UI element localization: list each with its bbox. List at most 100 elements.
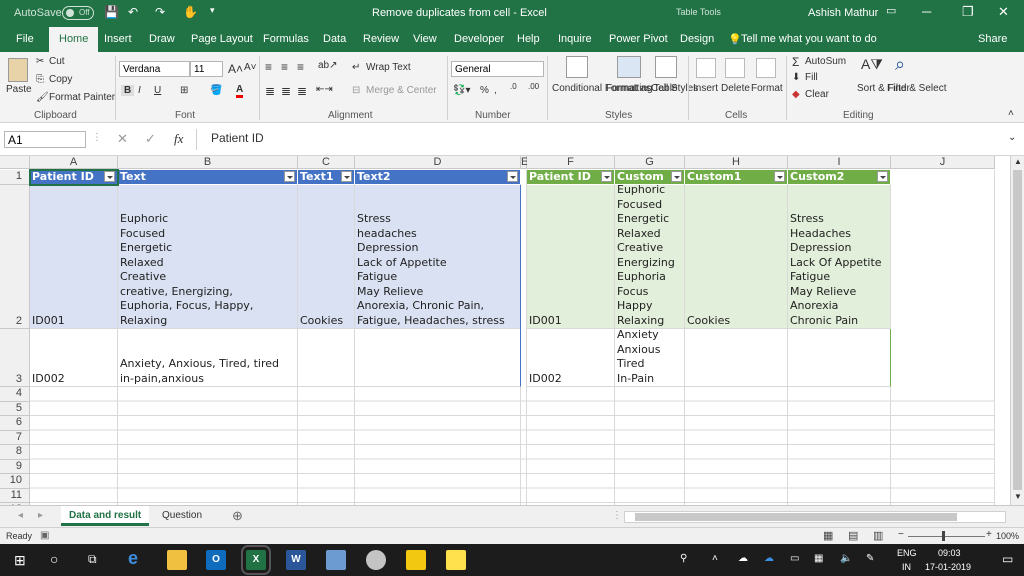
- cell-g3[interactable]: Anxiety Anxious Tired In-Pain: [615, 329, 685, 387]
- scissors-icon[interactable]: ✂: [36, 56, 44, 67]
- row-header[interactable]: 3: [0, 329, 30, 387]
- task-view-icon[interactable]: ⧉: [88, 552, 97, 567]
- worksheet-grid[interactable]: A B C D E F G H I J 1 2 3 4 5 6 7 8 9 10…: [0, 156, 1010, 505]
- italic-icon[interactable]: I: [138, 85, 141, 96]
- row-header[interactable]: 5: [0, 401, 30, 416]
- cut-button[interactable]: Cut: [49, 56, 65, 67]
- filter-dropdown-icon[interactable]: [774, 171, 785, 182]
- comma-icon[interactable]: ,: [494, 85, 497, 96]
- tab-formulas[interactable]: Formulas: [263, 33, 309, 45]
- notepad-icon[interactable]: [326, 550, 346, 570]
- row-header[interactable]: 1: [0, 170, 30, 185]
- conditional-formatting-icon[interactable]: [566, 56, 588, 78]
- fill-button[interactable]: Fill: [805, 72, 818, 83]
- column-header-f[interactable]: F: [527, 156, 615, 169]
- row-header[interactable]: 10: [0, 474, 30, 489]
- table2-header-custom[interactable]: Custom: [615, 170, 685, 184]
- merge-icon[interactable]: ⊟: [352, 85, 360, 96]
- tab-view[interactable]: View: [413, 33, 437, 45]
- ribbon-display-icon[interactable]: ▭: [886, 4, 896, 17]
- insert-function-icon[interactable]: fx: [174, 131, 183, 147]
- tab-page-layout[interactable]: Page Layout: [191, 33, 253, 45]
- scroll-sheets-right-icon[interactable]: ▸: [38, 510, 43, 521]
- sheet-tab-data-and-result[interactable]: Data and result: [61, 506, 150, 526]
- zoom-slider-thumb[interactable]: [942, 531, 945, 541]
- zoom-out-icon[interactable]: −: [898, 529, 904, 540]
- row-header[interactable]: 4: [0, 387, 30, 402]
- orientation-icon[interactable]: ab↗: [318, 60, 338, 71]
- volume-icon[interactable]: 🔈: [840, 553, 852, 564]
- font-size-combo[interactable]: [190, 61, 223, 77]
- name-box[interactable]: [4, 131, 86, 148]
- cell-f2[interactable]: ID001: [527, 185, 615, 329]
- wrap-text-icon[interactable]: ↵: [352, 62, 360, 73]
- format-button[interactable]: Format: [751, 83, 783, 94]
- increase-decimal-icon[interactable]: .0: [510, 82, 517, 91]
- sheet-tab-question[interactable]: Question: [162, 510, 202, 521]
- fill-icon[interactable]: ⬇: [792, 72, 800, 83]
- align-left-icon[interactable]: ≣: [265, 84, 275, 98]
- undo-icon[interactable]: ↶: [128, 5, 138, 19]
- column-header-b[interactable]: B: [118, 156, 298, 169]
- people-icon[interactable]: ⚲: [680, 553, 687, 564]
- font-color-icon[interactable]: A: [236, 84, 244, 98]
- normal-view-icon[interactable]: ▦: [823, 529, 833, 542]
- filter-dropdown-icon[interactable]: [877, 171, 888, 182]
- filter-dropdown-icon[interactable]: [601, 171, 612, 182]
- file-explorer-icon[interactable]: [167, 550, 187, 570]
- indent-icon[interactable]: ⇤⇥: [316, 84, 333, 95]
- vertical-scrollbar[interactable]: ▲ ▼: [1010, 156, 1024, 505]
- select-all-corner[interactable]: [0, 156, 30, 169]
- zoom-slider[interactable]: [908, 536, 985, 537]
- horizontal-scrollbar[interactable]: [624, 511, 1006, 523]
- paste-button[interactable]: Paste: [6, 84, 32, 95]
- column-header-g[interactable]: G: [615, 156, 685, 169]
- cell-styles-icon[interactable]: [655, 56, 677, 78]
- row-header[interactable]: 2: [0, 185, 30, 329]
- cell-a2[interactable]: ID001: [30, 185, 118, 329]
- autosum-button[interactable]: AutoSum: [805, 56, 846, 67]
- clock-time[interactable]: 09:03: [938, 548, 961, 558]
- column-header-i[interactable]: I: [788, 156, 891, 169]
- cell-i2[interactable]: Stress Headaches Depression Lack Of Appe…: [788, 185, 891, 329]
- format-as-table-icon[interactable]: [617, 56, 641, 78]
- network-icon[interactable]: ▦: [814, 553, 823, 564]
- cell-i3[interactable]: [788, 329, 891, 387]
- cell-b3[interactable]: Anxiety, Anxious, Tired, tired in-pain,a…: [118, 329, 298, 387]
- scroll-down-icon[interactable]: ▼: [1014, 492, 1022, 501]
- onedrive-icon[interactable]: ☁: [764, 553, 774, 564]
- cell-a3[interactable]: ID002: [30, 329, 118, 387]
- format-cells-icon[interactable]: [756, 58, 776, 78]
- table2-header-custom1[interactable]: Custom1: [685, 170, 788, 184]
- tab-inquire[interactable]: Inquire: [558, 33, 592, 45]
- clear-button[interactable]: Clear: [805, 89, 829, 100]
- cell-d3[interactable]: [355, 329, 521, 387]
- table2-header-patient-id[interactable]: Patient ID: [527, 170, 615, 184]
- battery-icon[interactable]: ▭: [790, 553, 799, 564]
- table1-header-text2[interactable]: Text2: [355, 170, 521, 184]
- paste-icon[interactable]: [8, 58, 28, 82]
- shrink-font-icon[interactable]: A˅: [244, 62, 257, 73]
- page-break-view-icon[interactable]: ▥: [873, 529, 883, 542]
- percent-icon[interactable]: %: [480, 85, 489, 96]
- close-icon[interactable]: ✕: [998, 4, 1009, 20]
- underline-icon[interactable]: U: [154, 85, 161, 96]
- sticky-notes-icon[interactable]: [446, 550, 466, 570]
- eraser-icon[interactable]: ◆: [792, 89, 800, 100]
- cell-h3[interactable]: [685, 329, 788, 387]
- cell-d2[interactable]: Stress headaches Depression Lack of Appe…: [355, 185, 521, 329]
- excel-icon[interactable]: X: [241, 545, 271, 575]
- middle-align-icon[interactable]: ≡: [281, 60, 288, 74]
- page-layout-view-icon[interactable]: ▤: [848, 529, 858, 542]
- row-header[interactable]: 6: [0, 416, 30, 431]
- bold-icon[interactable]: B: [121, 85, 135, 96]
- tab-draw[interactable]: Draw: [149, 33, 175, 45]
- scroll-thumb[interactable]: [1013, 170, 1022, 490]
- format-painter-icon[interactable]: 🖌: [36, 92, 49, 103]
- autosave-toggle[interactable]: Off: [62, 6, 94, 20]
- tab-review[interactable]: Review: [363, 33, 399, 45]
- edge-icon[interactable]: e: [128, 548, 138, 569]
- restore-icon[interactable]: ❐: [962, 4, 974, 20]
- tab-insert[interactable]: Insert: [104, 33, 132, 45]
- share-button[interactable]: Share: [978, 33, 1007, 45]
